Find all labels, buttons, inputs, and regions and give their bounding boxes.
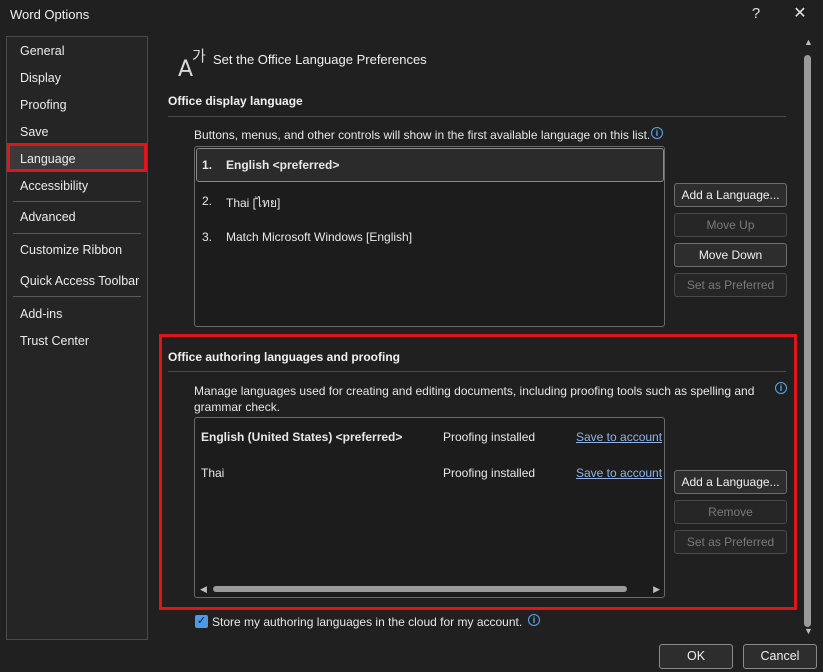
options-sidebar: General Display Proofing Save Language A… bbox=[6, 36, 148, 640]
scroll-left-icon[interactable]: ◀ bbox=[200, 584, 207, 595]
svg-text:A: A bbox=[178, 57, 193, 78]
set-preferred-display-button[interactable]: Set as Preferred bbox=[674, 273, 787, 297]
store-in-cloud-label[interactable]: Store my authoring languages in the clou… bbox=[212, 614, 522, 630]
list-item[interactable]: Match Microsoft Windows [English] bbox=[226, 230, 412, 244]
list-item[interactable]: Thai [ไทย] bbox=[226, 194, 280, 213]
add-authoring-language-button[interactable]: Add a Language... bbox=[674, 470, 787, 494]
info-icon[interactable]: i bbox=[775, 382, 787, 394]
list-item-number: 1. bbox=[202, 158, 213, 172]
sidebar-item-proofing[interactable]: Proofing bbox=[20, 98, 67, 112]
list-item-number: 2. bbox=[202, 194, 213, 208]
authoring-heading: Office authoring languages and proofing bbox=[168, 350, 401, 364]
proofing-status: Proofing installed bbox=[443, 466, 536, 480]
save-to-account-link[interactable]: Save to account bbox=[576, 430, 662, 444]
move-up-button[interactable]: Move Up bbox=[674, 213, 787, 237]
sidebar-item-add-ins[interactable]: Add-ins bbox=[20, 307, 62, 321]
main-content: A 가 Set the Office Language Preferences … bbox=[150, 30, 800, 642]
sidebar-divider bbox=[13, 296, 141, 297]
sidebar-item-trust-center[interactable]: Trust Center bbox=[20, 334, 89, 348]
sidebar-divider bbox=[13, 201, 141, 202]
sidebar-item-save[interactable]: Save bbox=[20, 125, 49, 139]
remove-button[interactable]: Remove bbox=[674, 500, 787, 524]
vertical-scrollbar[interactable]: ▲ ▼ bbox=[800, 37, 816, 638]
set-preferred-authoring-button[interactable]: Set as Preferred bbox=[674, 530, 787, 554]
authoring-language-name[interactable]: Thai bbox=[201, 466, 224, 480]
title-bar: Word Options ? ✕ bbox=[0, 0, 823, 30]
info-icon[interactable]: i bbox=[528, 614, 540, 626]
window-title: Word Options bbox=[10, 7, 90, 22]
section-divider bbox=[168, 371, 786, 372]
page-title: Set the Office Language Preferences bbox=[213, 52, 427, 67]
info-icon[interactable]: i bbox=[651, 127, 663, 139]
authoring-language-list[interactable]: English (United States) <preferred> Proo… bbox=[194, 417, 665, 598]
scroll-up-icon[interactable]: ▲ bbox=[804, 37, 813, 47]
save-to-account-link[interactable]: Save to account bbox=[576, 466, 662, 480]
horizontal-scrollbar[interactable]: ◀ ▶ bbox=[196, 582, 664, 596]
list-item[interactable]: English <preferred> bbox=[226, 158, 339, 172]
add-display-language-button[interactable]: Add a Language... bbox=[674, 183, 787, 207]
sidebar-item-general[interactable]: General bbox=[20, 44, 64, 58]
move-down-button[interactable]: Move Down bbox=[674, 243, 787, 267]
display-language-list[interactable]: 1. English <preferred> 2. Thai [ไทย] 3. … bbox=[194, 146, 665, 327]
language-icon: A 가 bbox=[178, 47, 206, 78]
svg-text:가: 가 bbox=[192, 47, 206, 65]
scroll-down-icon[interactable]: ▼ bbox=[804, 626, 813, 636]
proofing-status: Proofing installed bbox=[443, 430, 536, 444]
help-button[interactable]: ? bbox=[745, 4, 767, 26]
sidebar-item-quick-access-toolbar[interactable]: Quick Access Toolbar bbox=[20, 274, 139, 288]
section-divider bbox=[168, 116, 786, 117]
ok-button[interactable]: OK bbox=[659, 644, 733, 669]
sidebar-item-customize-ribbon[interactable]: Customize Ribbon bbox=[20, 243, 122, 257]
sidebar-item-advanced[interactable]: Advanced bbox=[20, 210, 76, 224]
scroll-thumb[interactable] bbox=[213, 586, 627, 592]
sidebar-divider bbox=[13, 233, 141, 234]
cancel-button[interactable]: Cancel bbox=[743, 644, 817, 669]
authoring-language-name[interactable]: English (United States) <preferred> bbox=[201, 430, 402, 444]
authoring-description: Manage languages used for creating and e… bbox=[194, 384, 755, 414]
sidebar-item-display[interactable]: Display bbox=[20, 71, 61, 85]
display-language-description: Buttons, menus, and other controls will … bbox=[194, 128, 651, 142]
display-language-heading: Office display language bbox=[168, 94, 303, 108]
sidebar-item-language[interactable]: Language bbox=[20, 152, 76, 166]
scroll-right-icon[interactable]: ▶ bbox=[653, 584, 660, 595]
sidebar-item-accessibility[interactable]: Accessibility bbox=[20, 179, 88, 193]
store-in-cloud-checkbox[interactable]: ✓ bbox=[195, 615, 208, 628]
list-item-number: 3. bbox=[202, 230, 213, 244]
scroll-thumb[interactable] bbox=[804, 55, 811, 627]
close-button[interactable]: ✕ bbox=[789, 4, 811, 26]
